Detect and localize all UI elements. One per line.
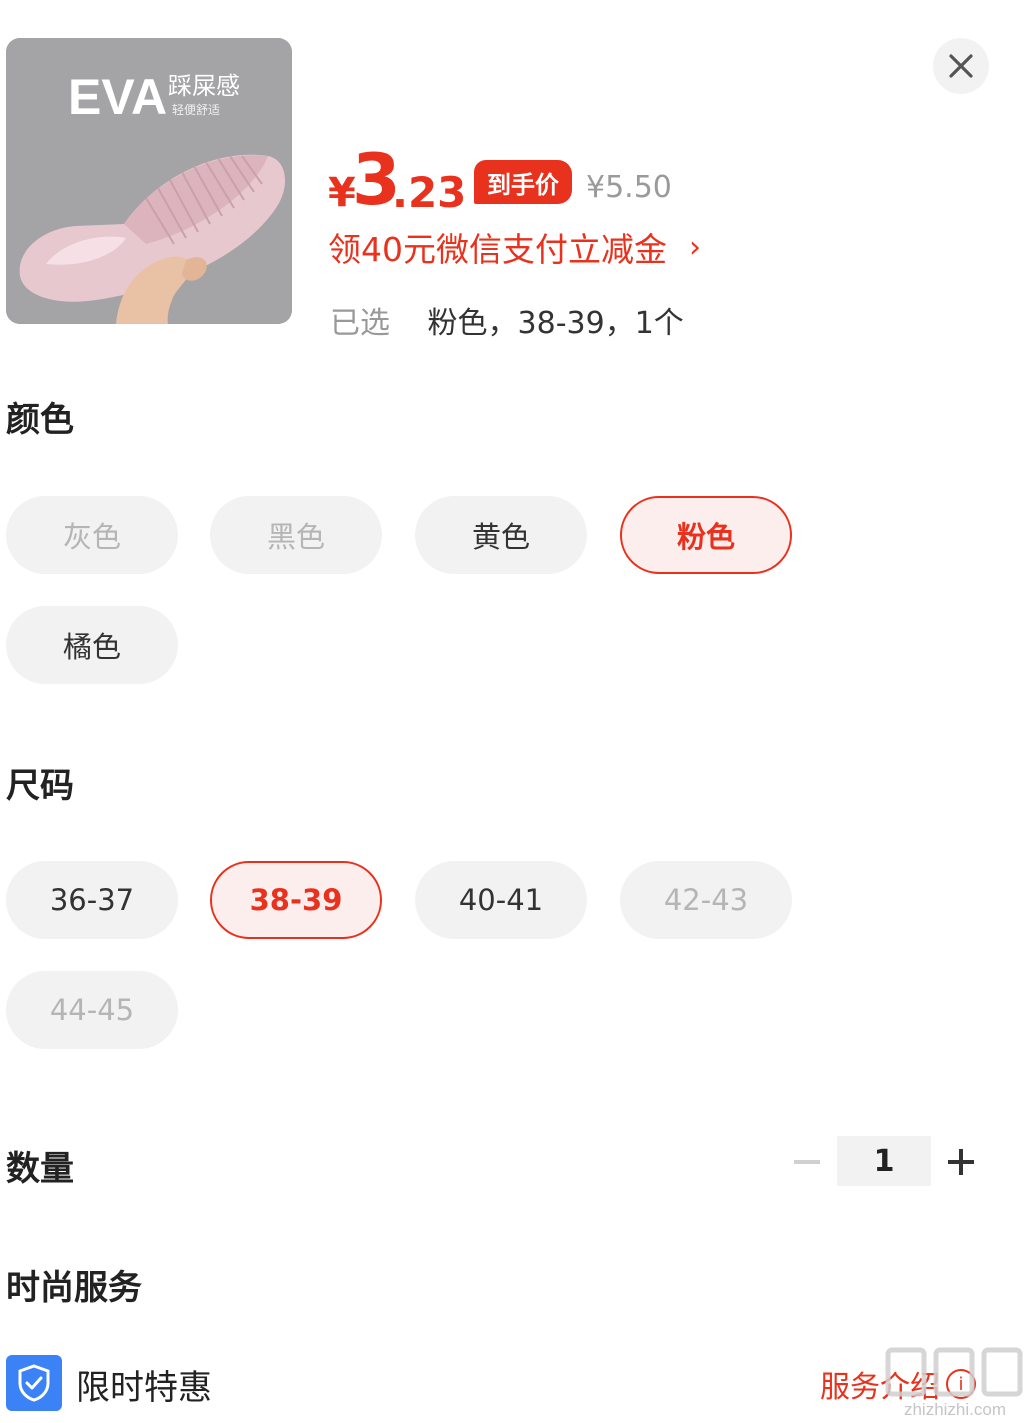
size-section-title: 尺码: [6, 766, 74, 806]
close-button[interactable]: [933, 38, 989, 94]
product-image-graphic: EVA 踩屎感 轻便舒适: [6, 38, 292, 324]
plus-icon: [948, 1149, 974, 1175]
selected-summary: 已选 粉色，38-39，1个: [330, 298, 684, 342]
quantity-input[interactable]: 1: [837, 1136, 931, 1186]
chevron-right-icon: ›: [689, 229, 701, 265]
size-option-44-45[interactable]: 44-45: [6, 971, 178, 1049]
color-option-gray[interactable]: 灰色: [6, 496, 178, 574]
original-price: ¥5.50: [586, 170, 672, 205]
final-price-badge: 到手价: [474, 160, 572, 204]
color-option-orange[interactable]: 橘色: [6, 606, 178, 684]
price-row: ¥ 3 .23 到手价 ¥5.50: [328, 140, 848, 220]
quantity-section-title: 数量: [6, 1149, 74, 1189]
service-section-title: 时尚服务: [6, 1268, 142, 1308]
watermark-text: zhizhizhi.com: [903, 1400, 1007, 1419]
product-slogan-text: 踩屎感: [168, 72, 240, 100]
watermark-logo-graphic: [885, 1347, 1023, 1397]
size-option-42-43[interactable]: 42-43: [620, 861, 792, 939]
color-section-title: 颜色: [6, 400, 74, 440]
promo-text: 领40元微信支付立减金: [328, 230, 667, 269]
product-logo-text: EVA: [68, 69, 167, 125]
size-option-38-39[interactable]: 38-39: [210, 861, 382, 939]
minus-icon: [794, 1160, 820, 1164]
price-decimal: .23: [392, 168, 467, 217]
size-option-40-41[interactable]: 40-41: [415, 861, 587, 939]
wechat-pay-promo-link[interactable]: 领40元微信支付立减金 ›: [328, 224, 701, 270]
color-option-yellow[interactable]: 黄色: [415, 496, 587, 574]
quantity-increase-button[interactable]: [944, 1140, 978, 1184]
color-option-black[interactable]: 黑色: [210, 496, 382, 574]
close-icon: [949, 54, 973, 78]
color-option-pink[interactable]: 粉色: [620, 496, 792, 574]
product-subtitle-text: 轻便舒适: [172, 103, 220, 117]
selected-label: 已选: [330, 306, 390, 341]
site-watermark: zhizhizhi.com: [880, 1342, 1030, 1422]
shield-icon: [6, 1355, 62, 1411]
selected-value: 粉色，38-39，1个: [427, 306, 684, 341]
service-item-label: 限时特惠: [76, 1368, 212, 1408]
quantity-decrease-button[interactable]: [792, 1140, 822, 1184]
size-option-36-37[interactable]: 36-37: [6, 861, 178, 939]
product-image[interactable]: EVA 踩屎感 轻便舒适: [6, 38, 292, 324]
